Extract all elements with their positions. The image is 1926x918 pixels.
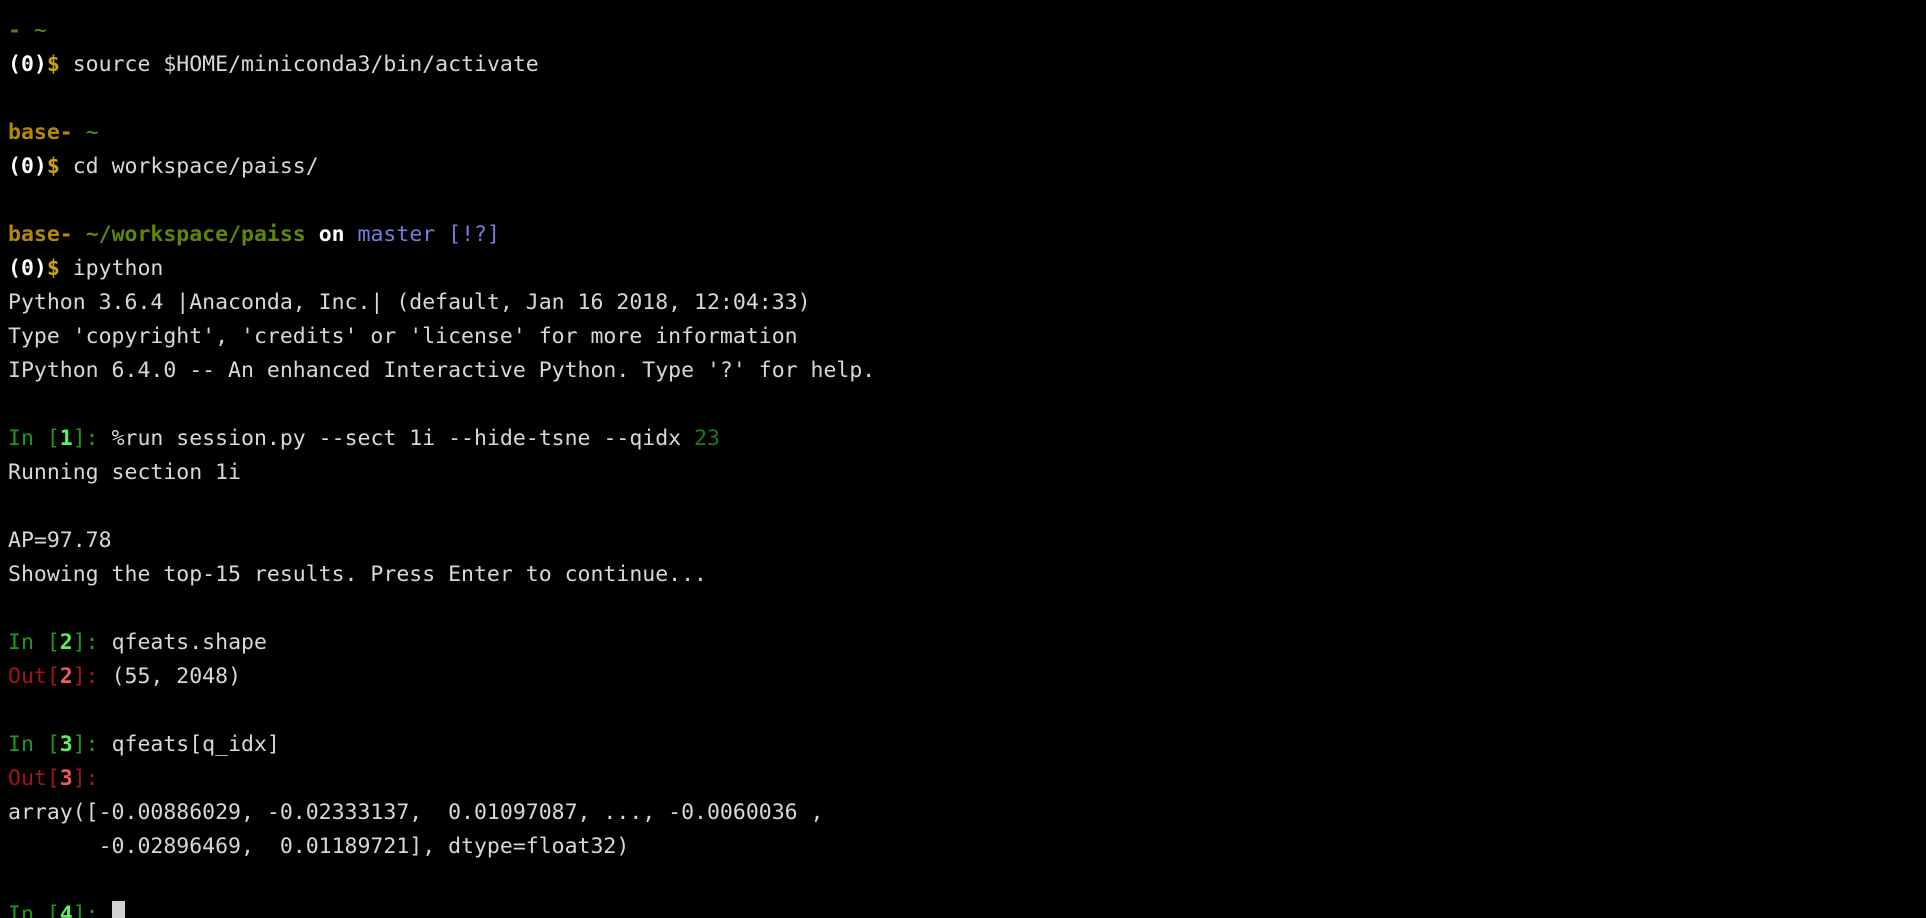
- command-line-3-seg-2: ipython: [59, 256, 164, 281]
- blank-4: [8, 490, 1918, 524]
- in-1: In [1]: %run session.py --sect 1i --hide…: [8, 422, 1918, 456]
- out-2-seg-0: Out[: [8, 664, 60, 689]
- blank-6: [8, 694, 1918, 728]
- out-ap: AP=97.78: [8, 524, 1918, 558]
- command-line-1-seg-0: (0): [8, 52, 47, 77]
- prompt-line-3-seg-0: base-: [8, 222, 73, 247]
- prompt-line-1-seg-0: -: [8, 18, 21, 43]
- prompt-line-1: - ~: [8, 14, 1918, 48]
- in-3-seg-0: In [: [8, 732, 60, 757]
- out-3-array-1-seg-0: array([-0.00886029, -0.02333137, 0.01097…: [8, 800, 824, 825]
- command-line-1: (0)$ source $HOME/miniconda3/bin/activat…: [8, 48, 1918, 82]
- prompt-line-3-seg-2: ~/workspace/paiss: [85, 222, 306, 247]
- prompt-line-3-seg-6: master [!?]: [357, 222, 500, 247]
- out-2-seg-3: (55, 2048): [98, 664, 242, 689]
- terminal-screen[interactable]: - ~ (0)$ source $HOME/miniconda3/bin/acti…: [0, 0, 1918, 918]
- command-line-2-seg-0: (0): [8, 154, 47, 179]
- in-4: In [4]:: [8, 898, 1918, 918]
- in-1-seg-1: 1: [59, 426, 73, 451]
- out-3-label-seg-1: 3: [59, 766, 73, 791]
- in-2: In [2]: qfeats.shape: [8, 626, 1918, 660]
- blank-7: [8, 864, 1918, 898]
- banner-2-seg-0: Type 'copyright', 'credits' or 'license'…: [8, 324, 798, 349]
- prompt-line-2-seg-0: base-: [8, 120, 73, 145]
- command-line-1-seg-1: $: [46, 52, 60, 77]
- prompt-line-2-seg-1: [73, 120, 86, 145]
- prompt-line-3-seg-5: [345, 222, 358, 247]
- command-line-2-seg-1: $: [46, 154, 60, 179]
- in-3-seg-2: ]:: [72, 732, 99, 757]
- prompt-line-2: base- ~: [8, 116, 1918, 150]
- in-1-seg-0: In [: [8, 426, 60, 451]
- in-2-seg-3: qfeats.shape: [98, 630, 267, 655]
- out-running-seg-0: Running section 1i: [8, 460, 241, 485]
- prompt-line-3: base- ~/workspace/paiss on master [!?]: [8, 218, 1918, 252]
- blank-3: [8, 388, 1918, 422]
- out-3-label-seg-2: ]:: [72, 766, 99, 791]
- blank-5: [8, 592, 1918, 626]
- in-3-seg-1: 3: [59, 732, 73, 757]
- in-4-seg-3: [99, 902, 112, 918]
- out-2: Out[2]: (55, 2048): [8, 660, 1918, 694]
- text-cursor: [111, 901, 125, 918]
- out-3-label-seg-0: Out[: [8, 766, 60, 791]
- in-3-seg-3: qfeats[q_idx]: [98, 732, 280, 757]
- out-3-array-1: array([-0.00886029, -0.02333137, 0.01097…: [8, 796, 1918, 830]
- prompt-line-1-seg-2: ~: [33, 18, 47, 43]
- in-4-seg-0: In [: [8, 902, 60, 918]
- out-3-label: Out[3]:: [8, 762, 1918, 796]
- out-showing: Showing the top-15 results. Press Enter …: [8, 558, 1918, 592]
- prompt-line-2-seg-2: ~: [85, 120, 99, 145]
- blank-2: [8, 184, 1918, 218]
- in-1-seg-3: %run session.py --sect 1i --hide-tsne --…: [98, 426, 695, 451]
- out-2-seg-2: ]:: [72, 664, 99, 689]
- banner-1: Python 3.6.4 |Anaconda, Inc.| (default, …: [8, 286, 1918, 320]
- out-2-seg-1: 2: [59, 664, 73, 689]
- prompt-line-3-seg-4: on: [318, 222, 345, 247]
- out-3-array-2: -0.02896469, 0.01189721], dtype=float32): [8, 830, 1918, 864]
- command-line-1-seg-2: source $HOME/miniconda3/bin/activate: [59, 52, 539, 77]
- in-4-seg-2: ]:: [72, 902, 99, 918]
- in-1-seg-4: 23: [694, 426, 720, 451]
- out-ap-seg-0: AP=97.78: [8, 528, 112, 553]
- command-line-3-seg-1: $: [46, 256, 60, 281]
- prompt-line-3-seg-1: [73, 222, 86, 247]
- blank-1: [8, 82, 1918, 116]
- in-1-seg-2: ]:: [72, 426, 99, 451]
- out-showing-seg-0: Showing the top-15 results. Press Enter …: [8, 562, 707, 587]
- out-running: Running section 1i: [8, 456, 1918, 490]
- prompt-line-3-seg-3: [306, 222, 319, 247]
- out-3-array-2-seg-0: -0.02896469, 0.01189721], dtype=float32): [8, 834, 630, 859]
- in-2-seg-0: In [: [8, 630, 60, 655]
- banner-2: Type 'copyright', 'credits' or 'license'…: [8, 320, 1918, 354]
- command-line-3-seg-0: (0): [8, 256, 47, 281]
- banner-3: IPython 6.4.0 -- An enhanced Interactive…: [8, 354, 1918, 388]
- banner-3-seg-0: IPython 6.4.0 -- An enhanced Interactive…: [8, 358, 876, 383]
- prompt-line-1-seg-1: [21, 18, 34, 43]
- in-2-seg-1: 2: [59, 630, 73, 655]
- command-line-2: (0)$ cd workspace/paiss/: [8, 150, 1918, 184]
- banner-1-seg-0: Python 3.6.4 |Anaconda, Inc.| (default, …: [8, 290, 811, 315]
- command-line-2-seg-2: cd workspace/paiss/: [59, 154, 319, 179]
- in-3: In [3]: qfeats[q_idx]: [8, 728, 1918, 762]
- in-4-seg-1: 4: [59, 902, 73, 918]
- in-2-seg-2: ]:: [72, 630, 99, 655]
- command-line-3: (0)$ ipython: [8, 252, 1918, 286]
